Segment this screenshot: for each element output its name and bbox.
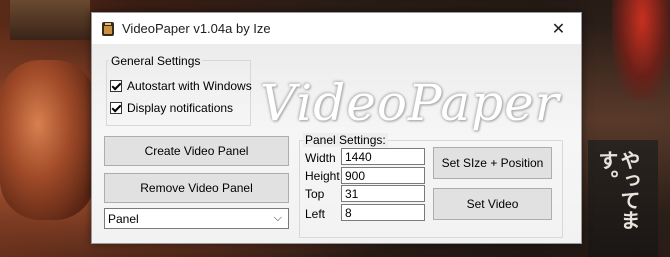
autostart-checkbox[interactable]: Autostart with Windows: [110, 79, 252, 93]
width-label: Width: [305, 151, 336, 165]
height-label: Height: [305, 169, 340, 183]
window-client-area: VideoPaper General Settings Autostart wi…: [92, 44, 581, 243]
close-icon: ✕: [551, 20, 566, 38]
panel-settings-title: Panel Settings:: [303, 133, 388, 147]
autostart-label: Autostart with Windows: [127, 79, 252, 93]
background-lantern-top: [10, 0, 90, 40]
app-icon: [102, 22, 114, 36]
set-video-button[interactable]: Set Video: [433, 188, 552, 220]
set-size-position-button[interactable]: Set SIze + Position: [433, 147, 552, 179]
height-input[interactable]: [341, 167, 425, 184]
set-size-position-label: Set SIze + Position: [441, 156, 544, 170]
notifications-check-icon[interactable]: [110, 102, 122, 114]
panel-select[interactable]: Panel ⌵: [104, 208, 289, 229]
left-input[interactable]: [341, 204, 425, 221]
window-title: VideoPaper v1.04a by Ize: [122, 21, 271, 36]
videopaper-window: VideoPaper v1.04a by Ize ✕ VideoPaper Ge…: [91, 12, 582, 244]
background-decoration: [612, 0, 670, 100]
create-video-panel-label: Create Video Panel: [144, 144, 249, 158]
create-video-panel-button[interactable]: Create Video Panel: [104, 136, 289, 166]
general-settings-group: [106, 60, 251, 126]
set-video-label: Set Video: [466, 197, 519, 211]
title-bar[interactable]: VideoPaper v1.04a by Ize ✕: [92, 13, 581, 44]
videopaper-logo: VideoPaper: [260, 74, 560, 132]
background-lantern: [0, 60, 95, 220]
left-label: Left: [305, 207, 326, 221]
background-sign-text: やってます。: [595, 150, 641, 230]
notifications-label: Display notifications: [127, 101, 234, 115]
general-settings-title: General Settings: [109, 54, 203, 68]
autostart-check-icon[interactable]: [110, 80, 122, 92]
panel-select-value: Panel: [108, 211, 139, 226]
remove-video-panel-button[interactable]: Remove Video Panel: [104, 173, 289, 203]
close-button[interactable]: ✕: [536, 13, 581, 44]
top-input[interactable]: [341, 185, 425, 202]
top-label: Top: [305, 187, 325, 201]
width-input[interactable]: [341, 148, 425, 165]
chevron-down-icon: ⌵: [273, 212, 282, 224]
remove-video-panel-label: Remove Video Panel: [140, 181, 253, 195]
notifications-checkbox[interactable]: Display notifications: [110, 101, 233, 115]
